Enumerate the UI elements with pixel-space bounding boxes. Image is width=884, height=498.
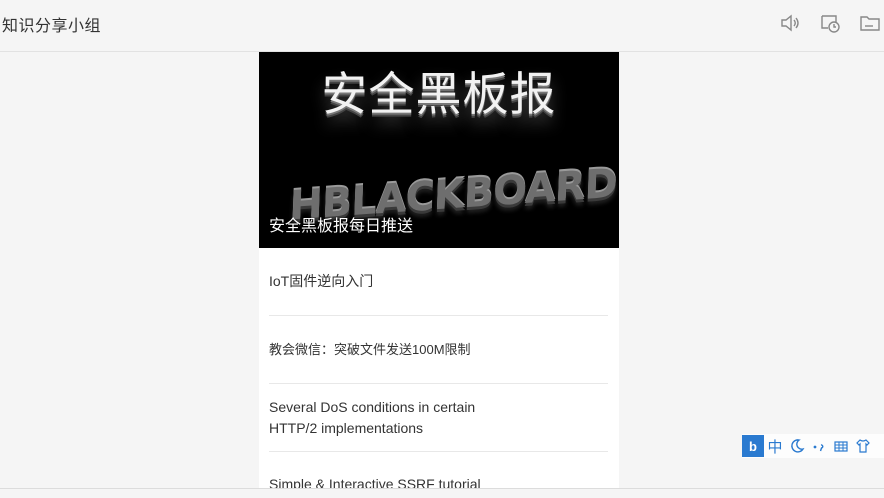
ime-toolbar[interactable]: b 中 — [742, 434, 884, 458]
title-bar: 知识分享小组 — [0, 0, 884, 52]
article-title: Several DoS conditions in certain HTTP/2… — [269, 398, 476, 436]
article-title: 教会微信：突破文件发送100M限制 — [269, 342, 471, 357]
keyboard-icon[interactable] — [830, 435, 852, 457]
hero-heading: 安全黑板报 — [321, 67, 557, 121]
bottom-bar — [0, 488, 884, 498]
ime-logo[interactable]: b — [742, 435, 764, 457]
window-title: 知识分享小组 — [2, 18, 102, 35]
folder-icon[interactable] — [859, 12, 881, 34]
moon-icon[interactable] — [786, 435, 808, 457]
article-title: IoT固件逆向入门 — [269, 273, 374, 289]
ime-mode-toggle[interactable]: 中 — [764, 435, 786, 457]
list-item[interactable]: Several DoS conditions in certain HTTP/2… — [269, 384, 608, 452]
hero-banner[interactable]: 安全黑板报 HBLACKBOARD 安全黑板报每日推送 — [259, 52, 619, 248]
hero-caption: 安全黑板报每日推送 — [269, 218, 414, 235]
list-item[interactable]: 教会微信：突破文件发送100M限制 — [269, 316, 608, 384]
speaker-icon[interactable] — [779, 12, 801, 34]
punct-icon[interactable] — [808, 435, 830, 457]
list-item[interactable]: IoT固件逆向入门 — [269, 248, 608, 316]
shirt-icon[interactable] — [852, 435, 874, 457]
timer-icon[interactable] — [819, 12, 841, 34]
article-card: 安全黑板报 HBLACKBOARD 安全黑板报每日推送 IoT固件逆向入门 教会… — [259, 52, 619, 498]
